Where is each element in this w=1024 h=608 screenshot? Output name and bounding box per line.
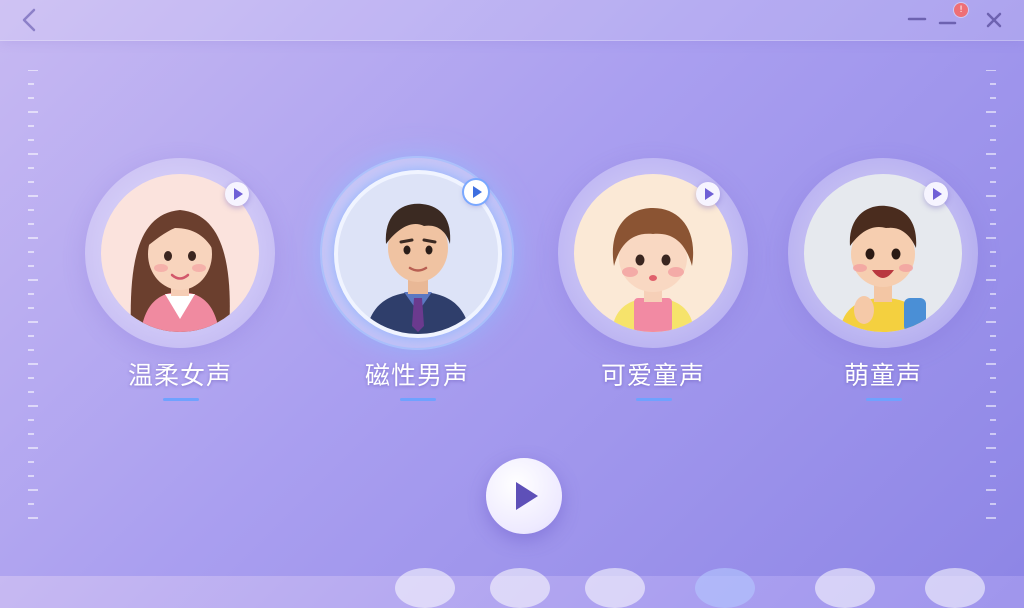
bottom-thumbnail[interactable]: [695, 568, 755, 608]
voice-label: 磁性男声: [364, 361, 469, 390]
bottom-thumbnail[interactable]: [815, 568, 875, 608]
voice-label: 萌童声: [843, 361, 922, 390]
main-play-button[interactable]: [486, 458, 562, 534]
minimize-icon: [907, 17, 927, 21]
label-underline: [400, 398, 436, 401]
voice-option-cute-child[interactable]: 可爱童声: [558, 158, 748, 408]
voice-option-cute-boy[interactable]: 萌童声: [788, 158, 978, 408]
back-button[interactable]: [14, 6, 46, 34]
label-underline: [866, 398, 902, 401]
title-bar: !: [0, 0, 1024, 41]
left-ruler-decoration: [26, 69, 42, 520]
bottom-thumbnail[interactable]: [395, 568, 455, 608]
play-icon[interactable]: [464, 180, 488, 204]
close-icon: [986, 12, 1002, 28]
play-icon[interactable]: [225, 182, 249, 206]
chevron-left-icon: [22, 8, 36, 32]
bottom-thumbnail[interactable]: [925, 568, 985, 608]
voice-option-magnetic-male[interactable]: 磁性男声: [322, 158, 512, 408]
play-icon[interactable]: [924, 182, 948, 206]
voice-label: 可爱童声: [600, 361, 705, 390]
bottom-thumbnail[interactable]: [490, 568, 550, 608]
play-icon[interactable]: [696, 182, 720, 206]
close-button[interactable]: [980, 6, 1008, 34]
right-ruler-decoration: [982, 69, 998, 520]
voice-option-gentle-female[interactable]: 温柔女声: [85, 158, 275, 408]
bottom-thumbnail[interactable]: [585, 568, 645, 608]
label-underline: [163, 398, 199, 401]
voice-label: 温柔女声: [127, 361, 232, 390]
minimize-button[interactable]: [903, 6, 931, 34]
notification-badge: !: [954, 3, 968, 17]
label-underline: [636, 398, 672, 401]
